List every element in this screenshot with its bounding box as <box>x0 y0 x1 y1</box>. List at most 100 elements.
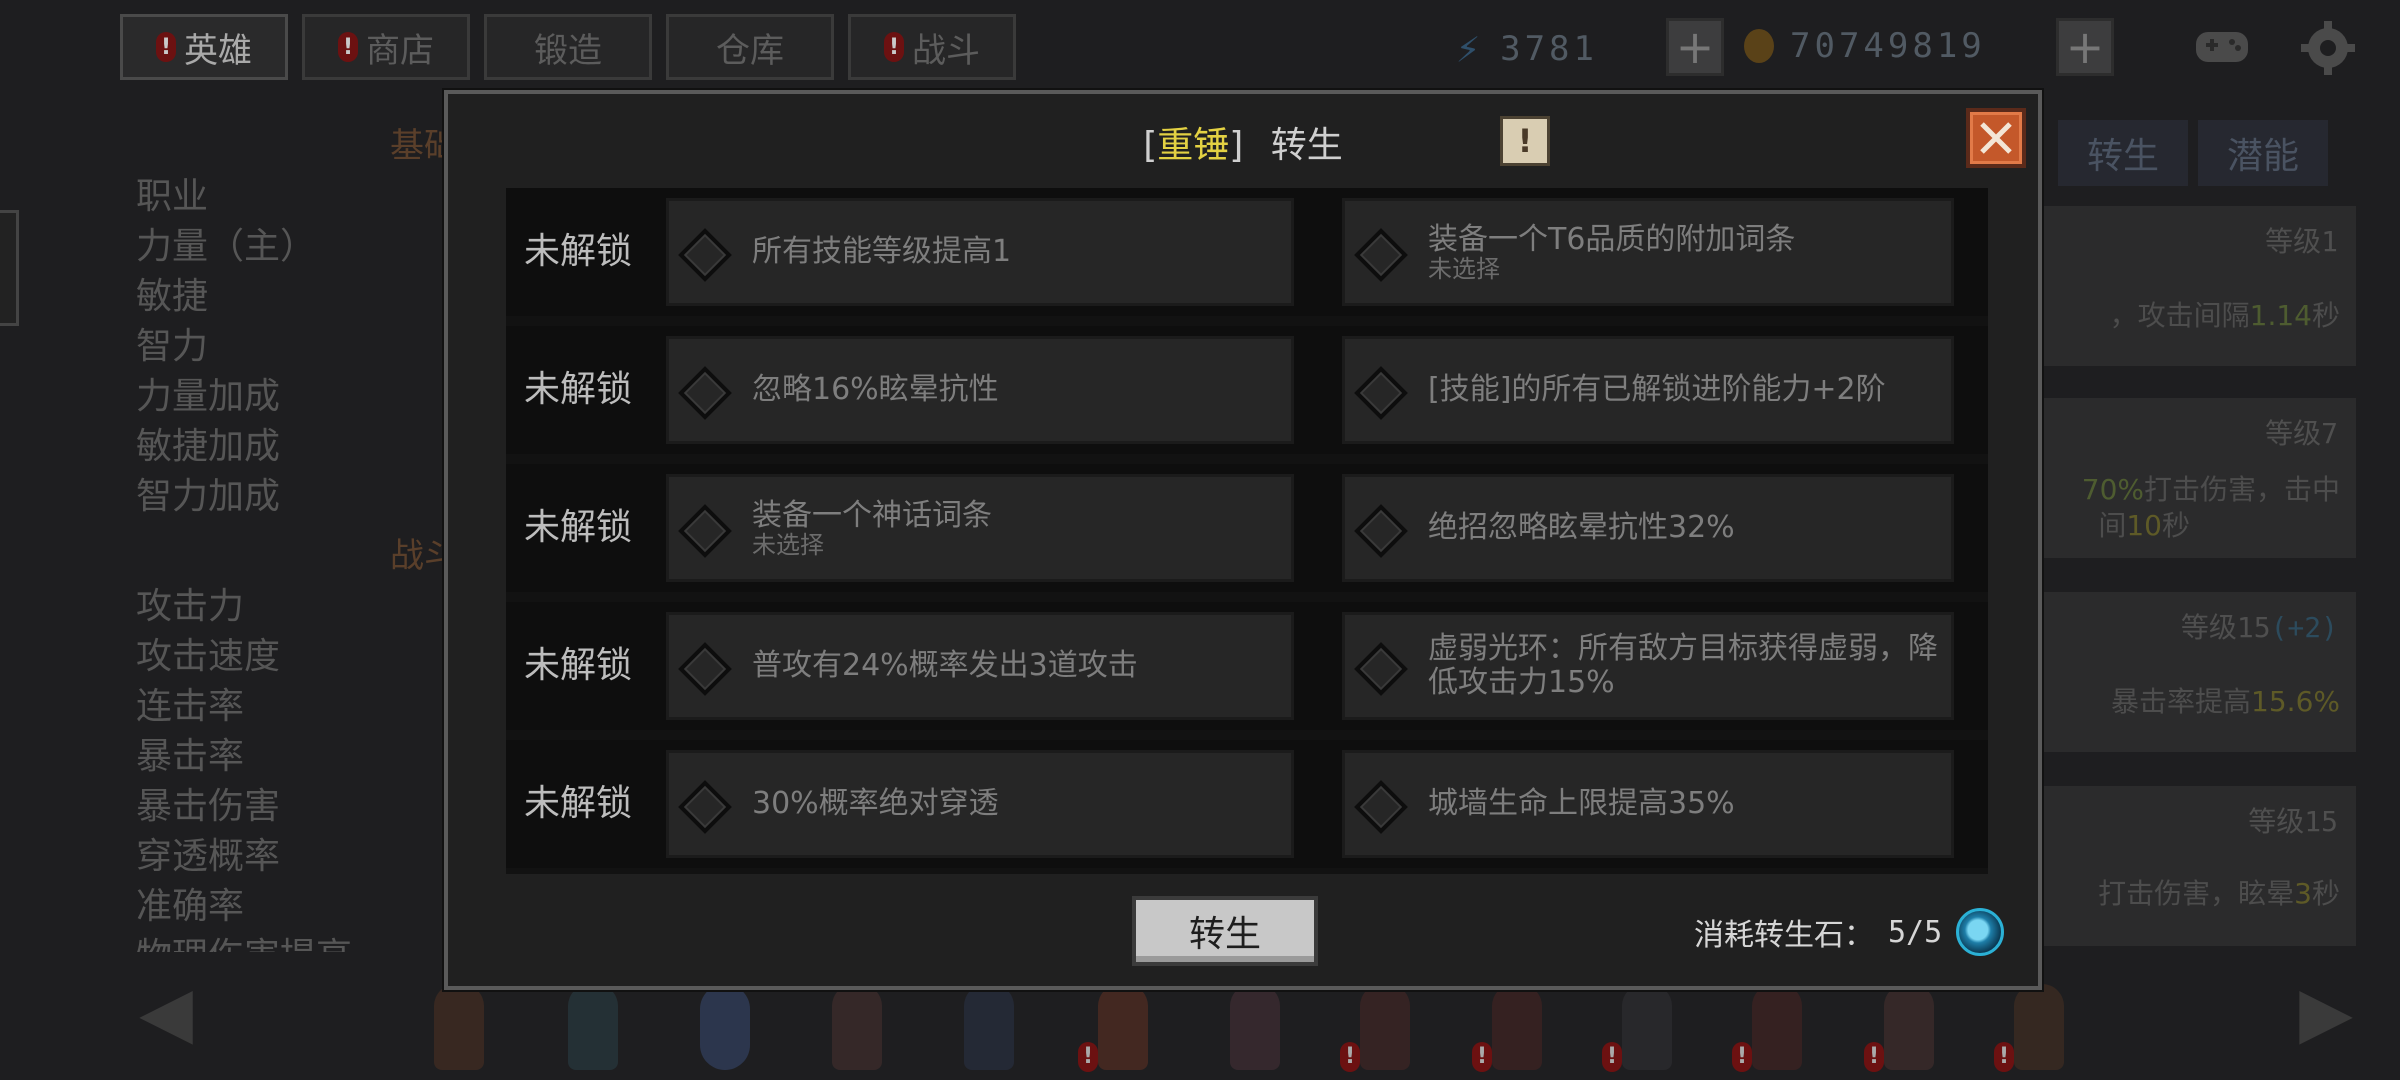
tab-forge-label: 锻造 <box>534 30 602 71</box>
hero-portrait[interactable] <box>950 978 1030 1078</box>
hero-portrait[interactable]: ! <box>1078 978 1164 1078</box>
stat-label: 力量（主） <box>136 226 317 267</box>
rebirth-option[interactable]: 忽略16%眩晕抗性 <box>666 336 1294 444</box>
right-panel-tabs: 转生 潜能 <box>2058 120 2328 186</box>
diamond-icon <box>1354 366 1408 420</box>
hero-portrait[interactable]: ! <box>1732 978 1818 1078</box>
stat-label: 攻击速度 <box>136 636 281 677</box>
skill-level: 等级7 <box>2265 417 2338 450</box>
hero-portrait[interactable] <box>686 978 766 1078</box>
alert-badge-icon: ! <box>884 32 904 62</box>
alert-badge-icon: ! <box>1732 1042 1752 1072</box>
stat-label: 物理伤害提高 <box>136 932 352 952</box>
diamond-icon <box>1354 228 1408 282</box>
rebirth-row: 未解锁 普攻有24%概率发出3道攻击 虚弱光环：所有敌方目标获得虚弱，降低攻击力… <box>506 602 1988 730</box>
hero-portrait[interactable] <box>1216 978 1296 1078</box>
option-subtext: 未选择 <box>752 531 824 559</box>
option-text: 绝招忽略眩晕抗性32% <box>1428 510 1735 545</box>
next-page-arrow-icon[interactable]: ▶ <box>2286 971 2366 1053</box>
stat-label: 准确率 <box>136 886 245 927</box>
rebirth-dialog: [重锤] 转生 ! 未解锁 所有技能等级提高1 装备一个T6品质的附加词条 未选择… <box>444 90 2042 990</box>
prev-page-arrow-icon[interactable]: ◀ <box>126 971 206 1053</box>
rebirth-option[interactable]: 绝招忽略眩晕抗性32% <box>1342 474 1954 582</box>
stat-label: 力量加成 <box>136 376 281 417</box>
skill-description: 暴击率提高15.6% <box>2111 685 2340 718</box>
rebirth-option[interactable]: 30%概率绝对穿透 <box>666 750 1294 858</box>
add-energy-button[interactable]: + <box>1666 18 1724 76</box>
diamond-icon <box>1354 504 1408 558</box>
hero-portrait[interactable]: ! <box>1340 978 1426 1078</box>
info-button[interactable]: ! <box>1500 116 1550 166</box>
cost-value: 5/5 <box>1888 914 1943 950</box>
rebirth-option[interactable]: 城墙生命上限提高35% <box>1342 750 1954 858</box>
tab-rebirth[interactable]: 转生 <box>2058 120 2188 186</box>
rebirth-row: 未解锁 30%概率绝对穿透 城墙生命上限提高35% <box>506 740 1988 868</box>
close-icon <box>1980 122 2012 154</box>
tab-potential[interactable]: 潜能 <box>2198 120 2328 186</box>
tab-forge[interactable]: 锻造 <box>484 14 652 80</box>
diamond-icon <box>678 228 732 282</box>
tab-warehouse[interactable]: 仓库 <box>666 14 834 80</box>
rebirth-option[interactable]: 虚弱光环：所有敌方目标获得虚弱，降低攻击力15% <box>1342 612 1954 720</box>
skill-card[interactable]: 等级1 ，攻击间隔1.14秒 <box>2040 206 2356 366</box>
rebirth-stone-icon <box>1956 908 2005 956</box>
rebirth-row: 未解锁 装备一个神话词条 未选择 绝招忽略眩晕抗性32% <box>506 464 1988 592</box>
hero-portrait[interactable]: ! <box>1602 978 1688 1078</box>
option-text: 30%概率绝对穿透 <box>752 786 999 821</box>
settings-gear-icon[interactable] <box>2296 18 2360 78</box>
alert-badge-icon: ! <box>1472 1042 1492 1072</box>
tab-heroes[interactable]: ! 英雄 <box>120 14 288 80</box>
hero-portrait[interactable] <box>818 978 898 1078</box>
skill-level: 等级1 <box>2265 225 2338 258</box>
option-text: 普攻有24%概率发出3道攻击 <box>752 648 1138 683</box>
skill-level: 等级15(+2) <box>2180 611 2338 644</box>
hero-portrait[interactable]: ! <box>1472 978 1558 1078</box>
hero-portrait[interactable] <box>554 978 634 1078</box>
skill-card[interactable]: 等级15 打击伤害，眩晕3秒 <box>2040 786 2356 946</box>
tab-shop[interactable]: ! 商店 <box>302 14 470 80</box>
stat-label: 暴击伤害 <box>136 786 281 827</box>
gamepad-icon[interactable] <box>2190 18 2254 78</box>
option-text: 装备一个T6品质的附加词条 <box>1428 222 1796 257</box>
rebirth-cost: 消耗转生石： 5/5 <box>1694 908 2005 956</box>
stat-label: 职业 <box>136 176 209 217</box>
dialog-title-text: 转生 <box>1270 125 1343 166</box>
hero-portrait[interactable] <box>420 978 500 1078</box>
hero-portrait[interactable]: ! <box>1864 978 1950 1078</box>
lock-status: 未解锁 <box>524 507 633 548</box>
rebirth-option[interactable]: 装备一个T6品质的附加词条 未选择 <box>1342 198 1954 306</box>
rebirth-option[interactable]: 装备一个神话词条 未选择 <box>666 474 1294 582</box>
alert-badge-icon: ! <box>1864 1042 1884 1072</box>
hero-portrait[interactable]: ! <box>1994 978 2080 1078</box>
rebirth-option[interactable]: [技能]的所有已解锁进阶能力+2阶 <box>1342 336 1954 444</box>
alert-badge-icon: ! <box>1602 1042 1622 1072</box>
skill-card[interactable]: 等级15(+2) 暴击率提高15.6% <box>2040 592 2356 752</box>
diamond-icon <box>678 504 732 558</box>
add-gold-button[interactable]: + <box>2056 18 2114 76</box>
close-button[interactable] <box>1966 108 2026 168</box>
skill-card[interactable]: 等级7 70%打击伤害，击中 间10秒 <box>2040 398 2356 558</box>
plus-icon: + <box>1675 20 1715 74</box>
rebirth-button[interactable]: 转生 <box>1132 896 1318 966</box>
rebirth-grid: 未解锁 所有技能等级提高1 装备一个T6品质的附加词条 未选择 未解锁 忽略16%… <box>506 188 1988 874</box>
diamond-icon <box>1354 780 1408 834</box>
option-text: 所有技能等级提高1 <box>752 234 1012 269</box>
rebirth-option[interactable]: 普攻有24%概率发出3道攻击 <box>666 612 1294 720</box>
option-text: [技能]的所有已解锁进阶能力+2阶 <box>1428 372 1886 407</box>
rebirth-option[interactable]: 所有技能等级提高1 <box>666 198 1294 306</box>
stat-label: 智力加成 <box>136 476 281 517</box>
diamond-icon <box>678 780 732 834</box>
tab-warehouse-label: 仓库 <box>716 30 784 71</box>
combat-stats-list: 攻击力 攻击速度 连击率 暴击率 暴击伤害 穿透概率 准确率 物理伤害提高 <box>136 582 352 952</box>
basic-stats-list: 职业 力量（主） 敏捷 智力 力量加成 敏捷加成 智力加成 <box>136 172 316 522</box>
stat-label: 连击率 <box>136 686 245 727</box>
option-text: 城墙生命上限提高35% <box>1428 786 1735 821</box>
side-drawer-handle[interactable] <box>0 210 19 326</box>
stat-label: 敏捷 <box>136 276 209 317</box>
main-nav-tabs: ! 英雄 ! 商店 锻造 仓库 ! 战斗 <box>120 14 1016 84</box>
alert-badge-icon: ! <box>338 32 358 62</box>
skill-description: 70%打击伤害，击中 <box>2081 473 2340 506</box>
tab-battle[interactable]: ! 战斗 <box>848 14 1016 80</box>
diamond-icon <box>1354 642 1408 696</box>
stat-label: 暴击率 <box>136 736 245 777</box>
